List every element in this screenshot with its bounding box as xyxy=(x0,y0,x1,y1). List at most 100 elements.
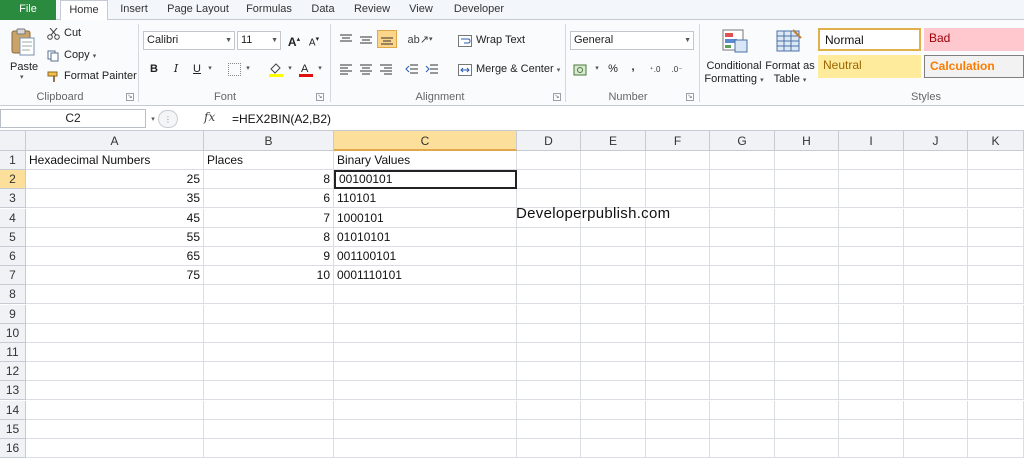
style-normal[interactable]: Normal xyxy=(818,28,921,51)
cell-k10[interactable] xyxy=(968,324,1024,343)
cell-i13[interactable] xyxy=(839,381,904,400)
paste-dropdown-icon[interactable]: ▾ xyxy=(20,73,24,81)
column-header-k[interactable]: K xyxy=(968,131,1024,151)
insert-function-icon[interactable]: fx xyxy=(204,110,215,124)
font-color-dropdown-icon[interactable]: ▾ xyxy=(315,60,325,78)
style-bad[interactable]: Bad xyxy=(924,28,1024,51)
paste-label[interactable]: Paste xyxy=(10,61,38,73)
column-header-h[interactable]: H xyxy=(775,131,839,151)
cell-f2[interactable] xyxy=(646,170,710,189)
cell-e13[interactable] xyxy=(581,381,646,400)
tab-home[interactable]: Home xyxy=(60,0,108,21)
underline-button[interactable]: U xyxy=(188,60,206,78)
cell-d13[interactable] xyxy=(517,381,581,400)
cell-e11[interactable] xyxy=(581,343,646,362)
cell-e9[interactable] xyxy=(581,305,646,324)
cell-e6[interactable] xyxy=(581,247,646,266)
cell-g12[interactable] xyxy=(710,362,775,381)
cell-k4[interactable] xyxy=(968,209,1024,228)
row-header[interactable]: 10 xyxy=(0,324,26,343)
cell-h4[interactable] xyxy=(775,209,839,228)
cell-e15[interactable] xyxy=(581,420,646,439)
cell-c1[interactable]: Binary Values xyxy=(334,151,517,170)
clipboard-launcher-icon[interactable]: ↘ xyxy=(126,93,134,101)
cell-b9[interactable] xyxy=(204,305,334,324)
row-header[interactable]: 7 xyxy=(0,266,26,285)
cell-h11[interactable] xyxy=(775,343,839,362)
cell-d8[interactable] xyxy=(517,285,581,304)
cell-a1[interactable]: Hexadecimal Numbers xyxy=(26,151,204,170)
cell-b13[interactable] xyxy=(204,381,334,400)
cell-f15[interactable] xyxy=(646,420,710,439)
fill-color-icon[interactable] xyxy=(267,60,285,78)
cell-g4[interactable] xyxy=(710,209,775,228)
row-header[interactable]: 12 xyxy=(0,362,26,381)
cell-a8[interactable] xyxy=(26,285,204,304)
cell-f12[interactable] xyxy=(646,362,710,381)
cell-f9[interactable] xyxy=(646,305,710,324)
font-color-icon[interactable]: A xyxy=(297,60,315,78)
cell-d7[interactable] xyxy=(517,266,581,285)
row-header[interactable]: 6 xyxy=(0,247,26,266)
cell-d15[interactable] xyxy=(517,420,581,439)
cell-g10[interactable] xyxy=(710,324,775,343)
cell-i12[interactable] xyxy=(839,362,904,381)
cell-i15[interactable] xyxy=(839,420,904,439)
cell-h6[interactable] xyxy=(775,247,839,266)
cell-h14[interactable] xyxy=(775,401,839,420)
cell-g15[interactable] xyxy=(710,420,775,439)
conditional-formatting-button[interactable]: Conditional Formatting ▾ xyxy=(704,60,764,87)
cell-j12[interactable] xyxy=(904,362,968,381)
cell-b5[interactable]: 8 xyxy=(204,228,334,247)
cell-a3[interactable]: 35 xyxy=(26,189,204,208)
cut-button[interactable]: Cut xyxy=(64,27,81,39)
cell-k14[interactable] xyxy=(968,401,1024,420)
row-header[interactable]: 5 xyxy=(0,228,26,247)
cell-i5[interactable] xyxy=(839,228,904,247)
cell-g3[interactable] xyxy=(710,189,775,208)
cell-b14[interactable] xyxy=(204,401,334,420)
cell-d5[interactable] xyxy=(517,228,581,247)
column-header-e[interactable]: E xyxy=(581,131,646,151)
cell-a14[interactable] xyxy=(26,401,204,420)
cell-k7[interactable] xyxy=(968,266,1024,285)
name-box[interactable]: C2 xyxy=(0,109,146,128)
accounting-dropdown-icon[interactable]: ▾ xyxy=(592,60,602,78)
copy-button[interactable]: Copy ▾ xyxy=(64,49,96,61)
cell-h5[interactable] xyxy=(775,228,839,247)
cell-k11[interactable] xyxy=(968,343,1024,362)
cell-d6[interactable] xyxy=(517,247,581,266)
cell-k12[interactable] xyxy=(968,362,1024,381)
cell-a11[interactable] xyxy=(26,343,204,362)
cell-k5[interactable] xyxy=(968,228,1024,247)
increase-indent-icon[interactable] xyxy=(424,62,440,76)
cell-c14[interactable] xyxy=(334,401,517,420)
bold-button[interactable]: B xyxy=(145,60,163,78)
row-header[interactable]: 15 xyxy=(0,420,26,439)
cell-e16[interactable] xyxy=(581,439,646,458)
cell-j4[interactable] xyxy=(904,209,968,228)
column-header-f[interactable]: F xyxy=(646,131,710,151)
alignment-launcher-icon[interactable]: ↘ xyxy=(553,93,561,101)
cell-h9[interactable] xyxy=(775,305,839,324)
column-header-g[interactable]: G xyxy=(710,131,775,151)
cell-j8[interactable] xyxy=(904,285,968,304)
cell-h10[interactable] xyxy=(775,324,839,343)
cell-b2[interactable]: 8 xyxy=(204,170,334,189)
cell-h13[interactable] xyxy=(775,381,839,400)
cell-b16[interactable] xyxy=(204,439,334,458)
cell-h7[interactable] xyxy=(775,266,839,285)
align-right-icon[interactable] xyxy=(378,62,394,76)
cell-i4[interactable] xyxy=(839,209,904,228)
tab-page-layout[interactable]: Page Layout xyxy=(162,0,234,20)
cell-g11[interactable] xyxy=(710,343,775,362)
borders-icon[interactable] xyxy=(228,63,241,76)
cell-a16[interactable] xyxy=(26,439,204,458)
cell-k6[interactable] xyxy=(968,247,1024,266)
decrease-font-size-icon[interactable]: A▾ xyxy=(305,31,323,49)
cell-h15[interactable] xyxy=(775,420,839,439)
cell-h8[interactable] xyxy=(775,285,839,304)
tab-file[interactable]: File xyxy=(0,0,56,20)
cell-h3[interactable] xyxy=(775,189,839,208)
cell-a7[interactable]: 75 xyxy=(26,266,204,285)
